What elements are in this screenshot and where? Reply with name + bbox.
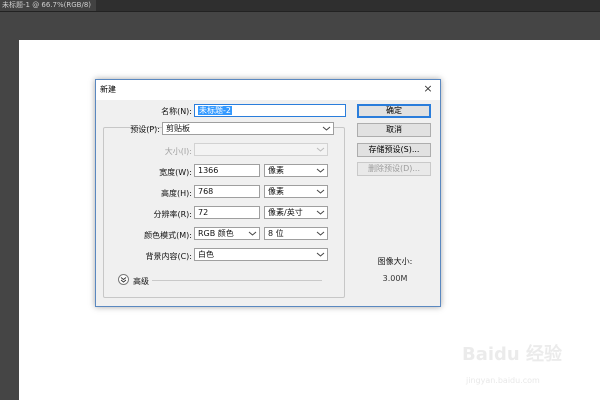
watermark-brand: Baidu 经验 [462,344,563,365]
name-input[interactable]: 未标题-2 [194,104,346,117]
watermark: Baidu 经验 jingyan.baidu.com [462,340,592,396]
resolution-label: 分辨率(R): [153,210,193,219]
document-tab-bar: 未标题-1 @ 66.7%(RGB/8) × [0,0,600,12]
advanced-toggle[interactable] [118,274,129,285]
height-unit-value: 像素 [268,187,284,196]
chevron-down-icon [316,189,325,194]
document-tab[interactable]: 未标题-1 @ 66.7%(RGB/8) × [0,0,96,11]
background-select[interactable]: 白色 [194,248,328,261]
height-input[interactable]: 768 [194,185,260,198]
width-input-value: 1366 [198,166,219,175]
background-value: 白色 [198,250,214,259]
chevron-down-icon [316,252,325,257]
name-label: 名称(N): [161,107,192,116]
chevron-down-icon [316,210,325,215]
double-chevron-down-icon [120,277,127,283]
bit-depth-select[interactable]: 8 位 [264,227,328,240]
preset-label: 预设(P): [130,125,160,134]
resolution-unit-select[interactable]: 像素/英寸 [264,206,328,219]
width-label: 宽度(W): [159,168,192,177]
image-size-value: 3.00M [382,274,408,283]
save-preset-button[interactable]: 存储预设(S)... [357,143,431,157]
ok-button[interactable]: 确定 [357,104,431,118]
resolution-unit-value: 像素/英寸 [268,208,303,217]
chevron-down-icon [322,126,331,131]
color-mode-label: 颜色模式(M): [144,231,192,240]
dialog-title: 新建 [100,85,116,94]
advanced-divider [152,280,322,281]
resolution-input[interactable]: 72 [194,206,260,219]
width-unit-value: 像素 [268,166,284,175]
height-unit-select[interactable]: 像素 [264,185,328,198]
delete-preset-button[interactable]: 删除预设(D)... [357,162,431,176]
chevron-down-icon [316,147,325,152]
resolution-input-value: 72 [198,208,209,217]
chevron-down-icon [248,231,257,236]
chevron-down-icon [316,231,325,236]
height-label: 高度(H): [161,189,192,198]
preset-select-value: 剪贴板 [166,124,190,133]
size-label: 大小(I): [164,147,192,156]
size-select[interactable] [194,143,328,156]
color-mode-select[interactable]: RGB 颜色 [194,227,260,240]
image-size-label: 图像大小: [377,257,413,266]
cancel-button[interactable]: 取消 [357,123,431,137]
background-label: 背景内容(C): [145,252,192,261]
width-unit-select[interactable]: 像素 [264,164,328,177]
advanced-label: 高级 [133,277,149,286]
dialog-titlebar[interactable]: 新建 × [96,80,440,100]
color-mode-value: RGB 颜色 [198,229,234,238]
watermark-url: jingyan.baidu.com [466,376,540,385]
document-tab-label: 未标题-1 @ 66.7%(RGB/8) [2,1,92,9]
chevron-down-icon [316,168,325,173]
width-input[interactable]: 1366 [194,164,260,177]
close-icon[interactable]: × [420,81,436,97]
height-input-value: 768 [198,187,214,196]
bit-depth-value: 8 位 [268,229,284,238]
name-input-value: 未标题-2 [198,106,232,115]
preset-select[interactable]: 剪贴板 [162,122,334,135]
